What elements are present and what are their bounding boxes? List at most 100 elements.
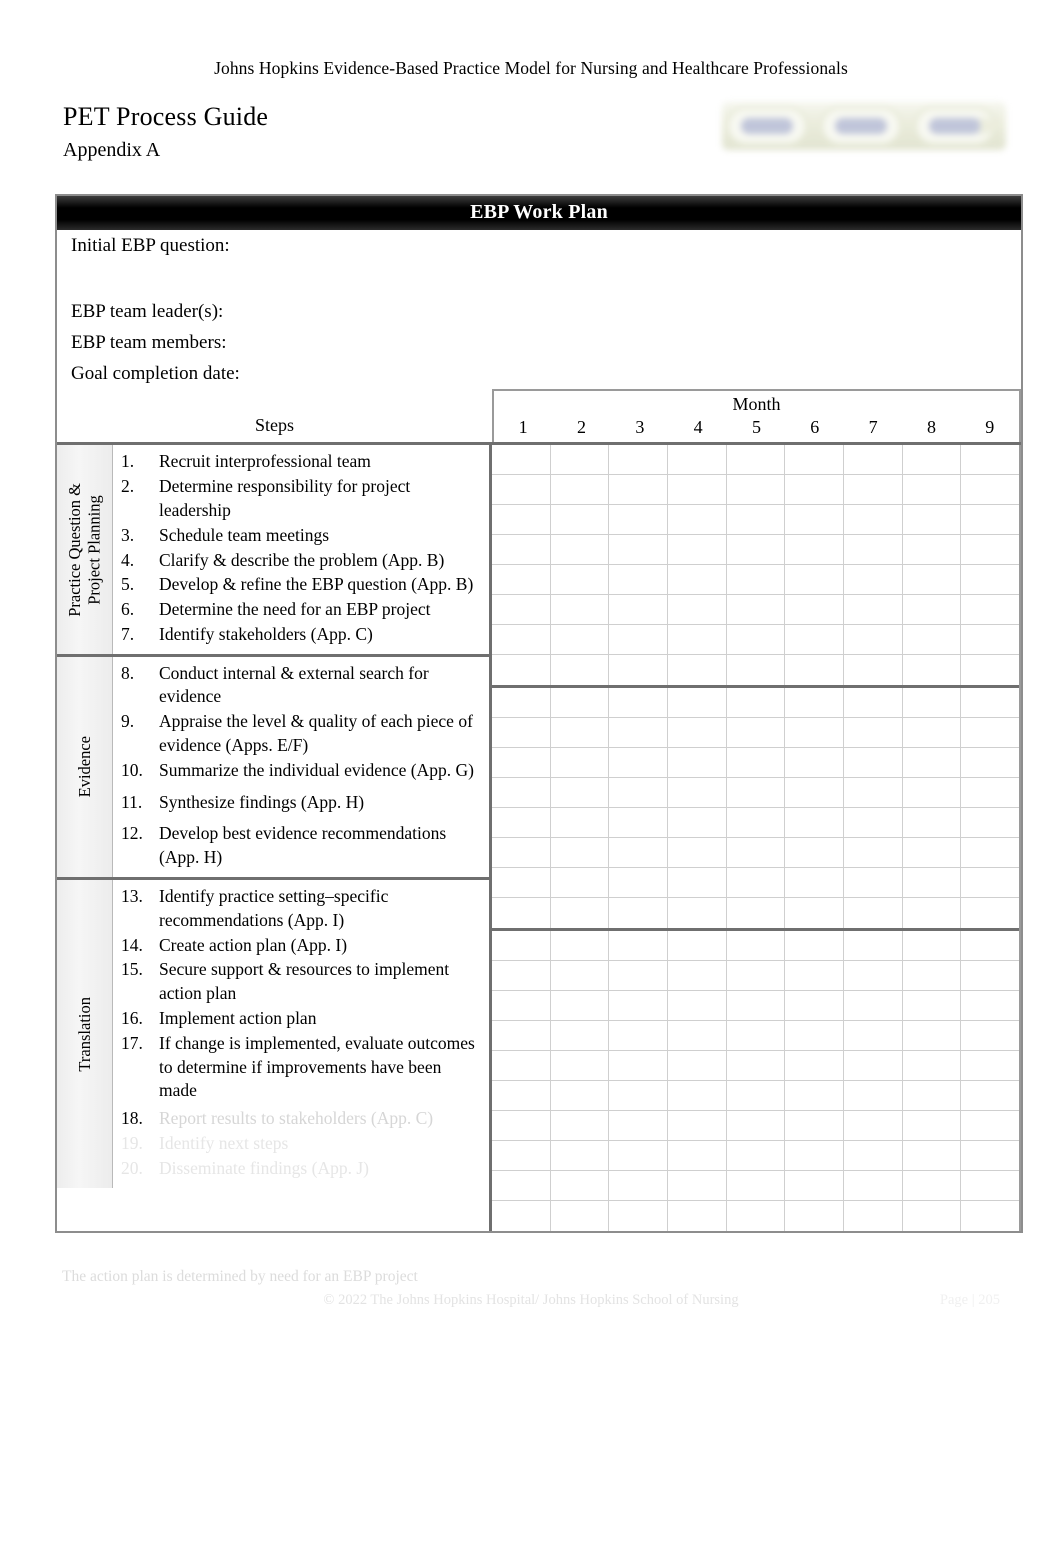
month-grid-cell-1[interactable] [492, 778, 551, 809]
month-grid-cell-4[interactable] [668, 655, 727, 686]
month-grid-cell-4[interactable] [668, 991, 727, 1022]
month-grid-cell-2[interactable] [551, 898, 610, 929]
month-grid-cell-8[interactable] [902, 595, 962, 626]
month-grid-cell-4[interactable] [668, 898, 727, 929]
step-item[interactable]: 12. Develop best evidence recommendations… [121, 822, 483, 870]
month-grid-cell-1[interactable] [492, 991, 551, 1022]
month-grid-cell-6[interactable] [785, 898, 845, 929]
month-grid-cell-6[interactable] [785, 778, 845, 809]
month-grid-cell-2[interactable] [550, 838, 610, 869]
month-grid-cell-1[interactable] [492, 1141, 551, 1172]
month-grid-cell-2[interactable] [551, 1201, 610, 1232]
month-grid-cell-9[interactable] [961, 1111, 1020, 1142]
month-grid-cell-2[interactable] [550, 1171, 610, 1202]
month-grid-cell-6[interactable] [785, 961, 845, 992]
month-grid-cell-5[interactable] [727, 655, 786, 686]
month-grid-cell-4[interactable] [668, 808, 727, 839]
month-grid-cell-1[interactable] [492, 1021, 551, 1052]
month-grid-cell-2[interactable] [550, 595, 610, 626]
month-grid-cell-1[interactable] [492, 445, 551, 476]
step-item[interactable]: 10. Summarize the individual evidence (Ap… [121, 759, 483, 783]
month-grid-cell-3[interactable] [609, 868, 669, 899]
month-grid-cell-9[interactable] [961, 1141, 1020, 1172]
month-grid-cell-7[interactable] [844, 1171, 903, 1202]
step-item[interactable]: 6. Determine the need for an EBP project [121, 598, 483, 622]
month-grid-cell-9[interactable] [961, 1171, 1020, 1202]
month-grid-cell-8[interactable] [902, 505, 962, 536]
month-grid-cell-4[interactable] [668, 595, 727, 626]
month-grid-cell-2[interactable] [550, 778, 610, 809]
field-initial-ebp-question[interactable]: Initial EBP question: [57, 230, 1021, 288]
month-grid-cell-9[interactable] [961, 931, 1020, 962]
month-grid-cell-5[interactable] [726, 961, 786, 992]
month-grid-cell-5[interactable] [726, 535, 786, 566]
month-grid-cell-1[interactable] [492, 1201, 551, 1232]
month-grid-cell-2[interactable] [550, 1021, 610, 1052]
month-grid-cell-3[interactable] [609, 748, 669, 779]
month-grid-cell-8[interactable] [902, 931, 962, 962]
month-grid-cell-4[interactable] [668, 778, 727, 809]
month-grid-cell-6[interactable] [785, 1021, 845, 1052]
month-grid-cell-3[interactable] [609, 475, 669, 506]
month-grid-cell-7[interactable] [844, 655, 903, 686]
month-grid-cell-7[interactable] [844, 931, 903, 962]
month-grid-cell-8[interactable] [902, 688, 962, 719]
month-grid-cell-6[interactable] [785, 748, 845, 779]
month-grid-cell-6[interactable] [785, 475, 845, 506]
month-grid-cell-5[interactable] [726, 778, 786, 809]
month-grid-cell-4[interactable] [668, 535, 727, 566]
month-grid-cell-6[interactable] [785, 625, 845, 656]
month-grid-cell-3[interactable] [609, 595, 669, 626]
month-grid-cell-7[interactable] [844, 748, 903, 779]
month-grid-cell-2[interactable] [550, 475, 610, 506]
step-item[interactable]: 7. Identify stakeholders (App. C) [121, 623, 483, 647]
step-item[interactable]: 14. Create action plan (App. I) [121, 934, 483, 958]
month-grid-cell-4[interactable] [668, 565, 727, 596]
month-grid-cell-6[interactable] [785, 1141, 845, 1172]
month-grid-cell-1[interactable] [492, 898, 551, 929]
month-grid-cell-6[interactable] [785, 838, 845, 869]
month-grid-cell-1[interactable] [492, 505, 551, 536]
month-grid-cell-5[interactable] [726, 1081, 786, 1112]
month-grid-cell-9[interactable] [961, 748, 1020, 779]
month-grid-cell-9[interactable] [961, 655, 1019, 685]
month-grid-cell-7[interactable] [844, 595, 903, 626]
month-grid-cell-9[interactable] [961, 1021, 1020, 1052]
month-grid-cell-2[interactable] [550, 1111, 610, 1142]
month-grid-cell-1[interactable] [492, 1171, 551, 1202]
step-item[interactable]: 1. Recruit interprofessional team [121, 450, 483, 474]
month-grid-cell-2[interactable] [550, 931, 610, 962]
month-grid-cell-6[interactable] [785, 565, 845, 596]
month-grid-cell-2[interactable] [550, 748, 610, 779]
month-grid-cell-2[interactable] [550, 1141, 610, 1172]
month-grid-cell-3[interactable] [609, 1141, 669, 1172]
month-grid-cell-4[interactable] [668, 1081, 727, 1112]
month-grid-cell-8[interactable] [902, 838, 962, 869]
month-grid-cell-1[interactable] [492, 1051, 551, 1082]
month-grid-cell-2[interactable] [550, 625, 610, 656]
month-grid-cell-1[interactable] [492, 535, 551, 566]
month-grid-cell-8[interactable] [902, 1171, 962, 1202]
month-grid-cell-5[interactable] [726, 748, 786, 779]
month-grid-cell-2[interactable] [550, 535, 610, 566]
month-grid-cell-7[interactable] [844, 535, 903, 566]
month-grid-cell-9[interactable] [961, 718, 1020, 749]
month-grid-cell-5[interactable] [726, 688, 786, 719]
month-grid-cell-7[interactable] [844, 445, 903, 476]
month-grid-cell-2[interactable] [550, 718, 610, 749]
month-grid-cell-3[interactable] [609, 1051, 669, 1082]
month-grid-cell-7[interactable] [844, 961, 903, 992]
month-grid-cell-5[interactable] [726, 1111, 786, 1142]
month-grid-cell-6[interactable] [785, 868, 845, 899]
month-grid-cell-5[interactable] [726, 565, 786, 596]
month-grid-cell-3[interactable] [609, 625, 669, 656]
month-grid-cell-7[interactable] [844, 718, 903, 749]
month-grid-cell-4[interactable] [668, 1111, 727, 1142]
month-grid-cell-1[interactable] [492, 688, 551, 719]
month-grid-cell-9[interactable] [961, 688, 1020, 719]
month-grid-cell-4[interactable] [668, 1201, 727, 1232]
month-grid-cell-6[interactable] [785, 505, 845, 536]
field-goal-completion-date[interactable]: Goal completion date: [57, 358, 1021, 389]
month-grid-cell-7[interactable] [844, 625, 903, 656]
month-grid-cell-3[interactable] [609, 565, 669, 596]
